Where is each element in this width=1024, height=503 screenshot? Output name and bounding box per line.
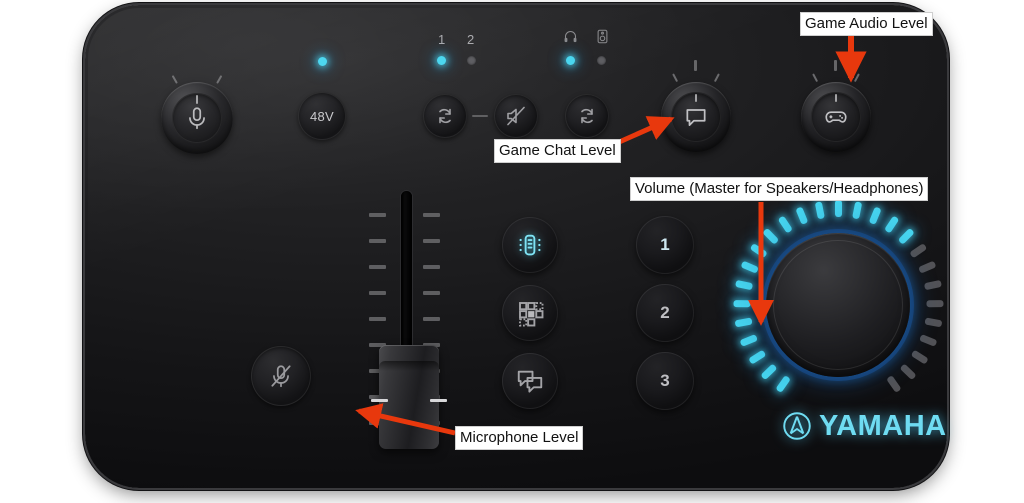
fader-cap-index-right [430,398,447,402]
callout-game-chat-level: Game Chat Level [494,139,621,163]
voice-effect-button[interactable] [502,217,558,273]
yamaha-wordmark: YAMAHA [819,409,947,442]
speaker-icon [595,29,610,45]
loopback-right-button[interactable] [565,94,609,138]
volume-led-segment [910,349,929,365]
mic-mute-button[interactable] [251,346,311,406]
preset-3-label: 3 [660,371,670,390]
volume-led-segment [885,375,902,394]
volume-assembly [715,200,961,410]
preset-2-button[interactable]: 2 [636,284,694,342]
volume-led-segment [732,300,751,308]
speaker-output-led [597,56,606,65]
preset-3-button[interactable]: 3 [636,352,694,410]
preset-2-label: 2 [660,303,670,322]
microphone-muted-icon [268,363,294,389]
volume-led-segment [899,363,917,381]
volume-led-segment [851,201,862,220]
yamaha-tuning-fork-icon [782,411,812,441]
preset-1-label: 1 [660,235,670,254]
phantom-power-led [318,57,327,66]
volume-led-segment [794,206,808,225]
callout-microphone-level: Microphone Level [455,426,584,450]
dash-icon [472,115,488,117]
volume-led-segment [868,206,882,225]
speaker-muted-icon [504,104,528,128]
game-chat-top-tick [694,60,697,71]
sound-pad-grid-icon [515,298,545,328]
input-2-label: 2 [467,32,475,47]
input-2-led [467,56,476,65]
volume-led-segment [925,300,944,308]
volume-knob[interactable] [766,233,910,377]
volume-led-segment [759,363,777,381]
headphone-output-led [566,56,575,65]
chat-effect-button[interactable] [502,353,558,409]
loopback-left-button[interactable] [423,94,467,138]
volume-led-segment [923,317,942,328]
voice-changer-icon [515,230,545,260]
volume-led-segment [739,334,758,347]
volume-led-segment [774,375,791,394]
phantom-power-label: 48V [309,108,335,124]
volume-led-segment [917,260,936,274]
loopback-icon [575,104,599,128]
fader-cap-index-left [371,398,388,402]
volume-led-segment [747,349,766,365]
game-chat-knob[interactable] [661,60,731,152]
phantom-power-button[interactable]: 48V [298,92,346,140]
game-audio-knob-ticks [801,73,871,152]
volume-led-segment [734,279,753,291]
chat-bubbles-icon [515,366,545,396]
callout-game-audio-level: Game Audio Level [800,12,933,36]
preset-1-button[interactable]: 1 [636,216,694,274]
sound-pad-button[interactable] [502,285,558,341]
volume-led-segment [908,243,927,259]
microphone-level-fader[interactable] [369,191,447,481]
loopback-icon [433,104,457,128]
volume-led-segment [883,215,899,234]
input-1-led [437,56,446,65]
volume-led-segment [734,317,753,328]
input-1-label: 1 [438,32,446,47]
fader-cap[interactable] [371,344,447,449]
volume-led-segment [740,260,759,274]
volume-led-segment [834,200,842,217]
volume-led-segment [749,243,768,259]
callout-volume: Volume (Master for Speakers/Headphones) [630,177,929,201]
volume-led-segment [777,215,793,234]
speaker-mute-button[interactable] [494,94,538,138]
headphones-icon [563,29,578,45]
mic-gain-knob[interactable] [161,75,233,154]
mic-gain-knob-ticks [161,75,233,154]
screenshot-canvas: 1 2 48V 1 2 3 YAMAHA Game Audio Level Ga… [0,0,1024,503]
game-chat-knob-ticks [661,73,731,152]
volume-led-segment [761,227,779,245]
volume-led-segment [897,227,915,245]
yamaha-logo: YAMAHA [782,411,947,441]
game-audio-top-tick [834,60,837,71]
volume-led-segment [814,201,825,220]
volume-led-segment [918,334,937,347]
game-audio-knob[interactable] [801,60,871,152]
volume-led-segment [923,279,942,291]
device-body: 1 2 48V 1 2 3 YAMAHA [85,5,947,488]
